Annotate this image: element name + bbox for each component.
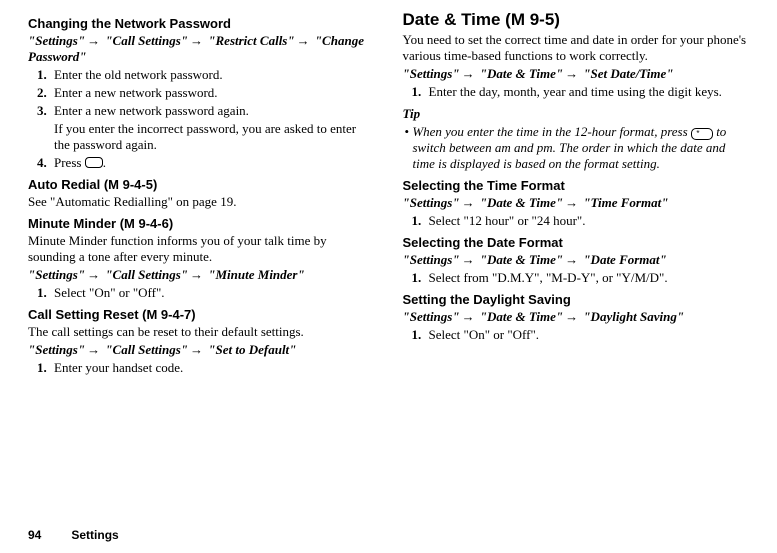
path-time-format: "Settings"→ "Date & Time"→ "Time Format"	[403, 195, 750, 211]
menu-code: (M 9-4-7)	[142, 307, 195, 322]
step: Select "On" or "Off".	[50, 285, 375, 301]
step: Enter a new network password again. If y…	[50, 103, 375, 153]
arrow-icon: →	[460, 195, 477, 210]
path-seg: "Date & Time"	[480, 309, 563, 324]
steps-time-format: Select "12 hour" or "24 hour".	[403, 213, 750, 229]
heading-minute-minder: Minute Minder (M 9-4-6)	[28, 216, 375, 231]
arrow-icon: →	[188, 342, 205, 357]
path-seg: "Settings"	[403, 66, 460, 81]
step: Select "On" or "Off".	[425, 327, 750, 343]
path-seg: "Call Settings"	[105, 342, 188, 357]
arrow-icon: →	[295, 33, 312, 48]
path-set-datetime: "Settings"→ "Date & Time"→ "Set Date/Tim…	[403, 66, 750, 82]
menu-code: (M 9-5)	[505, 10, 560, 29]
heading-text: Minute Minder	[28, 216, 120, 231]
footer-section: Settings	[71, 528, 118, 542]
path-seg: "Settings"	[28, 342, 85, 357]
arrow-icon: →	[563, 309, 580, 324]
path-seg: "Minute Minder"	[208, 267, 304, 282]
path-change-password: "Settings"→ "Call Settings"→ "Restrict C…	[28, 33, 375, 65]
path-seg: "Settings"	[28, 267, 85, 282]
arrow-icon: →	[563, 252, 580, 267]
heading-text: Date & Time	[403, 10, 506, 29]
path-seg: "Settings"	[403, 195, 460, 210]
softkey-icon	[85, 157, 103, 168]
arrow-icon: →	[563, 195, 580, 210]
path-seg: "Time Format"	[583, 195, 668, 210]
step: Enter your handset code.	[50, 360, 375, 376]
tip-body: • When you enter the time in the 12-hour…	[403, 124, 750, 172]
path-seg: "Call Settings"	[105, 33, 188, 48]
path-seg: "Call Settings"	[105, 267, 188, 282]
steps-change-password: Enter the old network password. Enter a …	[28, 67, 375, 171]
path-seg: "Daylight Saving"	[583, 309, 684, 324]
star-key-icon: *	[691, 128, 713, 140]
page-number: 94	[28, 528, 41, 542]
heading-date-time: Date & Time (M 9-5)	[403, 10, 750, 30]
step: Enter the day, month, year and time usin…	[425, 84, 750, 100]
path-seg: "Settings"	[403, 252, 460, 267]
path-seg: "Date & Time"	[480, 252, 563, 267]
path-date-format: "Settings"→ "Date & Time"→ "Date Format"	[403, 252, 750, 268]
path-seg: "Set Date/Time"	[583, 66, 673, 81]
path-seg: "Restrict Calls"	[208, 33, 294, 48]
steps-set-datetime: Enter the day, month, year and time usin…	[403, 84, 750, 100]
arrow-icon: →	[563, 66, 580, 81]
step: Press .	[50, 155, 375, 171]
menu-code: (M 9-4-6)	[120, 216, 173, 231]
tip-heading: Tip	[403, 106, 750, 122]
body-auto-redial: See "Automatic Redialling" on page 19.	[28, 194, 375, 210]
arrow-icon: →	[460, 252, 477, 267]
path-daylight-saving: "Settings"→ "Date & Time"→ "Daylight Sav…	[403, 309, 750, 325]
heading-auto-redial: Auto Redial (M 9-4-5)	[28, 177, 375, 192]
arrow-icon: →	[85, 267, 102, 282]
step-note: If you enter the incorrect password, you…	[54, 121, 375, 153]
steps-daylight-saving: Select "On" or "Off".	[403, 327, 750, 343]
path-seg: "Date Format"	[583, 252, 666, 267]
heading-text: Auto Redial	[28, 177, 104, 192]
tip-text: When you enter the time in the 12-hour f…	[412, 124, 691, 139]
body-minute-minder: Minute Minder function informs you of yo…	[28, 233, 375, 265]
heading-daylight-saving: Setting the Daylight Saving	[403, 292, 750, 307]
step: Enter the old network password.	[50, 67, 375, 83]
step-text: .	[103, 155, 106, 170]
path-minute-minder: "Settings"→ "Call Settings"→ "Minute Min…	[28, 267, 375, 283]
arrow-icon: →	[460, 309, 477, 324]
heading-call-setting-reset: Call Setting Reset (M 9-4-7)	[28, 307, 375, 322]
step-text: Enter a new network password again.	[54, 103, 249, 118]
intro-date-time: You need to set the correct time and dat…	[403, 32, 750, 64]
heading-date-format: Selecting the Date Format	[403, 235, 750, 250]
page-footer: 94 Settings	[28, 528, 119, 542]
path-seg: "Set to Default"	[208, 342, 296, 357]
steps-minute-minder: Select "On" or "Off".	[28, 285, 375, 301]
path-seg: "Date & Time"	[480, 66, 563, 81]
arrow-icon: →	[460, 66, 477, 81]
heading-text: Call Setting Reset	[28, 307, 142, 322]
heading-change-password: Changing the Network Password	[28, 16, 375, 31]
menu-code: (M 9-4-5)	[104, 177, 157, 192]
heading-time-format: Selecting the Time Format	[403, 178, 750, 193]
arrow-icon: →	[188, 267, 205, 282]
arrow-icon: →	[85, 33, 102, 48]
arrow-icon: →	[85, 342, 102, 357]
steps-date-format: Select from "D.M.Y", "M-D-Y", or "Y/M/D"…	[403, 270, 750, 286]
step: Select "12 hour" or "24 hour".	[425, 213, 750, 229]
arrow-icon: →	[188, 33, 205, 48]
steps-call-setting-reset: Enter your handset code.	[28, 360, 375, 376]
body-call-setting-reset: The call settings can be reset to their …	[28, 324, 375, 340]
step: Select from "D.M.Y", "M-D-Y", or "Y/M/D"…	[425, 270, 750, 286]
path-call-setting-reset: "Settings"→ "Call Settings"→ "Set to Def…	[28, 342, 375, 358]
path-seg: "Settings"	[28, 33, 85, 48]
path-seg: "Settings"	[403, 309, 460, 324]
step-text: Press	[54, 155, 85, 170]
step: Enter a new network password.	[50, 85, 375, 101]
path-seg: "Date & Time"	[480, 195, 563, 210]
